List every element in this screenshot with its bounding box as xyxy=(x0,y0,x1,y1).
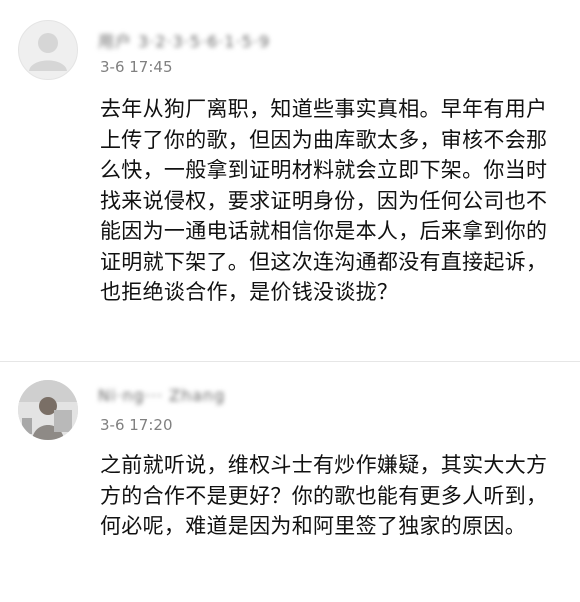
comment-timestamp: 3-6 17:20 xyxy=(100,416,173,434)
username[interactable]: 用户 3·2·3·5·6·1·5·9 xyxy=(98,28,270,51)
comment-text: 之前就听说，维权斗士有炒作嫌疑，其实大大方方的合作不是更好？你的歌也能有更多人听… xyxy=(100,453,548,538)
user-silhouette-icon xyxy=(29,33,67,71)
comment-text: 去年从狗厂离职，知道些事实真相。早年有用户上传了你的歌，但因为曲库歌太多，审核不… xyxy=(100,97,548,304)
avatar[interactable] xyxy=(18,380,78,440)
avatar[interactable] xyxy=(18,20,78,80)
photo-avatar xyxy=(18,380,78,440)
comment-item: 用户 3·2·3·5·6·1·5·9 3-6 17:45 去年从狗厂离职，知道些… xyxy=(0,0,580,362)
comment-timestamp: 3-6 17:45 xyxy=(100,58,173,76)
comment-item: Ni·ng··· Zhang 3-6 17:20 之前就听说，维权斗士有炒作嫌疑… xyxy=(0,362,580,602)
username[interactable]: Ni·ng··· Zhang xyxy=(98,386,225,406)
